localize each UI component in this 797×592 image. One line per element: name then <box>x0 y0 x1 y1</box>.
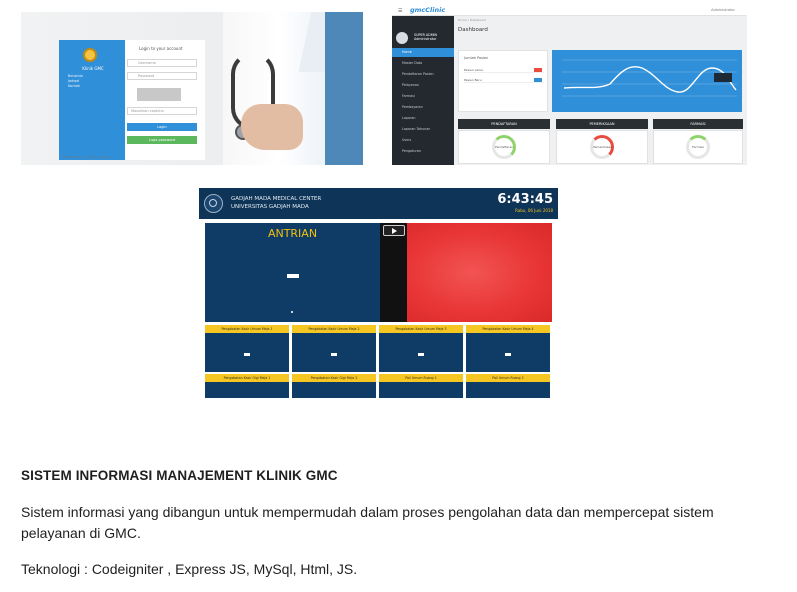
sidebar-item[interactable]: Laporan Tahunan <box>392 125 454 134</box>
counter-box: Pengobatan Kasir Umum Meja 3 <box>379 325 463 372</box>
login-menu: Beranda Jadwal Kontak <box>68 74 83 89</box>
counter-box: Pengobatan Kasir Gigi Meja 1 <box>205 374 289 398</box>
clinic-logo-icon <box>83 48 97 62</box>
clock: 6:43:45 <box>497 192 553 207</box>
counter-box: Pengobatan Kasir Gigi Meja 2 <box>292 374 376 398</box>
video-panel <box>380 223 552 322</box>
counter-label: Pengobatan Kasir Umum Meja 3 <box>379 325 463 333</box>
login-footer: © GMC 2017. All rights reserved. <box>61 155 111 159</box>
breadcrumb: Home / Dashboard <box>458 18 487 22</box>
sidebar-item[interactable]: Pembayaran <box>392 103 454 112</box>
gauge-farmasi: Farmasi <box>686 135 710 159</box>
gauge-pendaftaran: Pendaftaran <box>492 135 516 159</box>
page-title: Dashboard <box>458 27 488 33</box>
status-bar-farmasi: FARMASI <box>653 119 743 129</box>
patient-row: Pasien Baru <box>464 77 544 83</box>
counter-box: Pengobatan Kasir Umum Meja 4 <box>466 325 550 372</box>
video-frame <box>407 223 552 322</box>
project-title: SISTEM INFORMASI MANAJEMENT KLINIK GMC <box>21 468 338 483</box>
org-name: GADJAH MADA MEDICAL CENTER <box>231 196 322 202</box>
counter-label: Pengobatan Kasir Umum Meja 4 <box>466 325 550 333</box>
profile-name: SUPER ADMIN Administrator <box>414 33 437 41</box>
queue-title: ANTRIAN <box>267 227 318 240</box>
org-university: UNIVERSITAS GADJAH MADA <box>231 204 309 210</box>
dashboard-logo: gmcClinic <box>410 6 446 14</box>
queue-display-screenshot: GADJAH MADA MEDICAL CENTER UNIVERSITAS G… <box>199 188 558 398</box>
counter-box: Pengobatan Kasir Umum Meja 1 <box>205 325 289 372</box>
gauge-pemeriksaan: Pemeriksaan <box>590 135 614 159</box>
counter-label: Poli Umum Ruang 2 <box>466 374 550 382</box>
play-button[interactable] <box>383 225 405 236</box>
sidebar-item-home[interactable]: Home <box>392 48 454 57</box>
sidebar-item[interactable]: Pengaturan <box>392 147 454 156</box>
sidebar-item[interactable]: Pendaftaran Pasien <box>392 70 454 79</box>
login-brand: Klinik GMC <box>82 66 104 71</box>
sidebar-item[interactable]: Farmasi <box>392 92 454 101</box>
sidebar-item[interactable]: Laporan <box>392 114 454 123</box>
login-heading: Login to your account <box>139 46 183 51</box>
captcha-field[interactable]: Masukkan captcha <box>127 107 197 115</box>
counter-label: Poli Umum Ruang 1 <box>379 374 463 382</box>
line-chart <box>552 50 742 112</box>
queue-main-panel: ANTRIAN <box>205 223 380 322</box>
status-bar-pendaftaran: PENDAFTARAN <box>458 119 550 129</box>
login-menu-item[interactable]: Kontak <box>68 84 83 89</box>
patient-card-title: Jumlah Pasien <box>464 56 489 60</box>
dashboard-screenshot: ☰ gmcClinic Administrator SUPER ADMIN Ad… <box>392 5 747 165</box>
password-field[interactable]: Password <box>127 72 197 80</box>
avatar <box>396 32 408 44</box>
counter-box: Pengobatan Kasir Umum Meja 2 <box>292 325 376 372</box>
patient-row: Pasien Lama <box>464 67 544 73</box>
status-bar-pemeriksaan: PEMERIKSAAN <box>556 119 648 129</box>
sidebar-item[interactable]: Pelayanan <box>392 81 454 90</box>
counter-number <box>505 353 511 356</box>
sidebar-item[interactable]: Users <box>392 136 454 145</box>
counter-label: Pengobatan Kasir Gigi Meja 2 <box>292 374 376 382</box>
counter-box: Poli Umum Ruang 1 <box>379 374 463 398</box>
counter-box: Poli Umum Ruang 2 <box>466 374 550 398</box>
captcha-image <box>137 88 181 101</box>
counter-number <box>331 353 337 356</box>
login-screenshot: Klinik GMC Beranda Jadwal Kontak Login t… <box>21 12 363 165</box>
university-seal-icon <box>204 194 223 213</box>
user-menu[interactable]: Administrator <box>711 8 735 12</box>
menu-icon[interactable]: ☰ <box>398 8 402 14</box>
sidebar-item[interactable]: Master Data <box>392 59 454 68</box>
counter-label: Pengobatan Kasir Gigi Meja 1 <box>205 374 289 382</box>
counter-number <box>418 353 424 356</box>
counter-number <box>244 353 250 356</box>
dashboard-sidebar: SUPER ADMIN Administrator Home Master Da… <box>392 16 454 165</box>
counter-label: Pengobatan Kasir Umum Meja 1 <box>205 325 289 333</box>
queue-header: GADJAH MADA MEDICAL CENTER UNIVERSITAS G… <box>199 188 558 219</box>
queue-number <box>287 274 299 278</box>
doctor-hand-image <box>241 104 303 150</box>
username-field[interactable]: Username <box>127 59 197 67</box>
project-technology: Teknologi : Codeigniter , Express JS, My… <box>21 561 358 577</box>
project-description: Sistem informasi yang dibangun untuk mem… <box>21 504 714 541</box>
dashboard-topbar: ☰ gmcClinic Administrator <box>392 5 747 16</box>
counter-label: Pengobatan Kasir Umum Meja 2 <box>292 325 376 333</box>
login-button[interactable]: Login <box>127 123 197 131</box>
date: Rabu, 06 Juni 2018 <box>515 208 553 213</box>
forgot-password-button[interactable]: Lupa password <box>127 136 197 144</box>
play-icon <box>392 228 397 234</box>
line-chart-svg <box>562 59 737 97</box>
